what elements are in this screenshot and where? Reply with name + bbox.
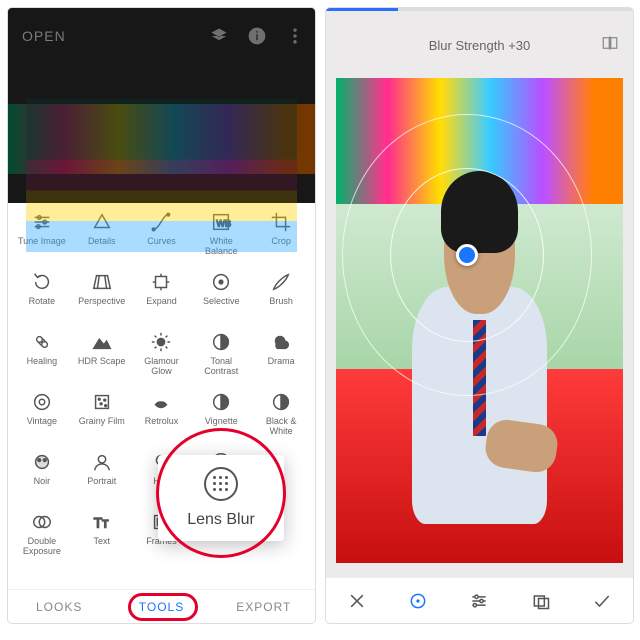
apply-button[interactable] — [582, 581, 622, 621]
tool-label: Healing — [27, 357, 58, 367]
focus-point-handle[interactable] — [456, 244, 478, 266]
bw-icon — [270, 391, 292, 413]
drama-icon — [270, 331, 292, 353]
tool-label: Tonal Contrast — [204, 357, 238, 377]
portrait-icon — [91, 451, 113, 473]
tool-label: HDR Scape — [78, 357, 126, 367]
tool-retrolux[interactable]: Retrolux — [132, 387, 192, 447]
strength-readout: Blur Strength +30 — [326, 38, 633, 53]
selective-icon — [210, 271, 232, 293]
tool-label: Vintage — [27, 417, 57, 427]
open-button[interactable]: OPEN — [22, 28, 66, 44]
brush-icon — [270, 271, 292, 293]
tool-bw[interactable]: Black & White — [251, 387, 311, 447]
strength-slider-fill — [326, 8, 398, 11]
tool-label: Selective — [203, 297, 240, 307]
perspective-icon — [91, 271, 113, 293]
tools-screen: OPEN Tune ImageDetailsCurvesWBWhite Bala… — [8, 8, 315, 623]
tool-perspective[interactable]: Perspective — [72, 267, 132, 327]
tool-brush[interactable]: Brush — [251, 267, 311, 327]
tab-looks[interactable]: LOOKS — [8, 590, 110, 623]
healing-icon — [31, 331, 53, 353]
glamour-icon — [150, 331, 172, 353]
blur-editor-screen: Blur Strength +30 — [326, 8, 633, 623]
blur-shape-button[interactable] — [398, 581, 438, 621]
vintage-icon — [31, 391, 53, 413]
tool-portrait[interactable]: Portrait — [72, 447, 132, 507]
photo-canvas[interactable] — [326, 64, 633, 577]
lens-blur-tooltip: Lens Blur — [158, 455, 284, 541]
tool-label: Double Exposure — [23, 537, 61, 557]
bottom-tabs: LOOKS TOOLS EXPORT — [8, 589, 315, 623]
vignette-icon — [210, 391, 232, 413]
lens-blur-label: Lens Blur — [187, 511, 255, 529]
hdr-icon — [91, 331, 113, 353]
tool-text[interactable]: Tт Text — [72, 507, 132, 567]
tool-healing[interactable]: Healing — [12, 327, 72, 387]
tool-double[interactable]: Double Exposure — [12, 507, 72, 567]
tool-selective[interactable]: Selective — [191, 267, 251, 327]
tool-label: Retrolux — [145, 417, 179, 427]
styles-button[interactable] — [521, 581, 561, 621]
tool-label: Expand — [146, 297, 177, 307]
tool-rotate[interactable]: Rotate — [12, 267, 72, 327]
svg-text:Tт: Tт — [93, 516, 108, 531]
expand-icon — [150, 271, 172, 293]
tool-label: Vignette — [205, 417, 238, 427]
tool-label: Glamour Glow — [144, 357, 179, 377]
cancel-button[interactable] — [337, 581, 377, 621]
tool-label: Drama — [268, 357, 295, 367]
tool-expand[interactable]: Expand — [132, 267, 192, 327]
noir-icon — [31, 451, 53, 473]
adjust-button[interactable] — [459, 581, 499, 621]
tool-label: Grainy Film — [79, 417, 125, 427]
grainy-icon — [91, 391, 113, 413]
editor-header-dimmed: OPEN — [8, 8, 315, 203]
compare-icon[interactable] — [601, 34, 619, 57]
tool-label: Black & White — [266, 417, 297, 437]
strength-slider-track[interactable] — [326, 8, 633, 11]
layers-icon[interactable] — [209, 26, 229, 51]
tool-label: Perspective — [78, 297, 125, 307]
tool-label: Noir — [34, 477, 51, 487]
tool-drama[interactable]: Drama — [251, 327, 311, 387]
tab-tools[interactable]: TOOLS — [110, 590, 212, 623]
tool-grainy[interactable]: Grainy Film — [72, 387, 132, 447]
tool-label: Portrait — [87, 477, 116, 487]
double-icon — [31, 511, 53, 533]
tool-noir[interactable]: Noir — [12, 447, 72, 507]
tool-tonal[interactable]: Tonal Contrast — [191, 327, 251, 387]
tool-hdr[interactable]: HDR Scape — [72, 327, 132, 387]
editor-topbar: Blur Strength +30 — [326, 8, 633, 64]
tool-vignette[interactable]: Vignette — [191, 387, 251, 447]
tab-export[interactable]: EXPORT — [213, 590, 315, 623]
tool-label: Rotate — [29, 297, 56, 307]
tool-vintage[interactable]: Vintage — [12, 387, 72, 447]
tool-label: Text — [93, 537, 110, 547]
rotate-icon — [31, 271, 53, 293]
tool-label: Brush — [269, 297, 293, 307]
text-icon: Tт — [91, 511, 113, 533]
more-icon[interactable] — [285, 26, 305, 51]
editor-bottom-bar — [326, 577, 633, 623]
info-icon[interactable] — [247, 26, 267, 51]
lens-blur-icon — [204, 467, 238, 501]
retrolux-icon — [150, 391, 172, 413]
tonal-icon — [210, 331, 232, 353]
tool-glamour[interactable]: Glamour Glow — [132, 327, 192, 387]
